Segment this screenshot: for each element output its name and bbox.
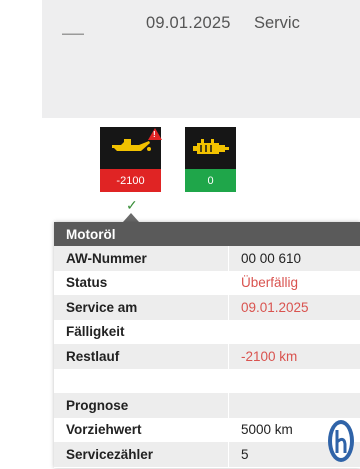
- row-label: Servicezähler: [66, 446, 154, 462]
- warning-icon: !: [148, 128, 162, 140]
- row-label: Prognose: [66, 397, 129, 413]
- detail-row-faelligkeit: Fälligkeit: [54, 319, 360, 344]
- brand-logo-icon: [326, 418, 356, 464]
- popup-pointer: [123, 213, 139, 222]
- detail-row-aw-nummer: AW-Nummer 00 00 610: [54, 246, 360, 271]
- row-label: Status: [66, 275, 108, 291]
- row-label: Fälligkeit: [66, 324, 125, 340]
- popup-title: Motoröl: [54, 222, 360, 246]
- row-value: [228, 319, 360, 344]
- detail-row-servicezaehler: Servicezähler 5: [54, 442, 360, 467]
- collapse-dash-icon[interactable]: —: [62, 22, 84, 44]
- service-detail-popup: Motoröl AW-Nummer 00 00 610 Status Überf…: [54, 222, 360, 468]
- service-header-row[interactable]: — 09.01.2025 Servic: [42, 0, 360, 118]
- detail-row-vorziehwert: Vorziehwert 5000 km: [54, 417, 360, 442]
- row-label: Vorziehwert: [66, 422, 142, 438]
- detail-row-service-am: Service am 09.01.2025: [54, 295, 360, 320]
- ignition-service-tile[interactable]: 0: [185, 127, 236, 207]
- row-value: 00 00 610: [228, 246, 360, 271]
- ignition-remaining-value: 0: [185, 169, 236, 192]
- detail-row-restlauf: Restlauf -2100 km: [54, 344, 360, 369]
- row-value: Überfällig: [228, 270, 360, 295]
- row-value: -2100 km: [228, 344, 360, 369]
- row-label: Restlauf: [66, 348, 120, 364]
- service-date: 09.01.2025: [146, 14, 231, 32]
- oil-service-tile[interactable]: ! -2100: [100, 127, 162, 207]
- row-label: [54, 369, 228, 394]
- row-value: 09.01.2025: [228, 295, 360, 320]
- tile-footer: [185, 192, 236, 207]
- ignition-icon: [185, 127, 236, 169]
- service-label: Servic: [254, 14, 300, 32]
- selected-check-icon: ✓: [126, 197, 138, 213]
- detail-row-status: Status Überfällig: [54, 270, 360, 295]
- detail-row-spacer: [54, 368, 360, 394]
- detail-row-prognose: Prognose: [54, 393, 360, 418]
- row-label: AW-Nummer: [66, 250, 147, 266]
- row-label: Service am: [66, 299, 138, 315]
- oil-remaining-value: -2100: [100, 169, 161, 192]
- row-value: [228, 393, 360, 418]
- row-value: [228, 368, 360, 393]
